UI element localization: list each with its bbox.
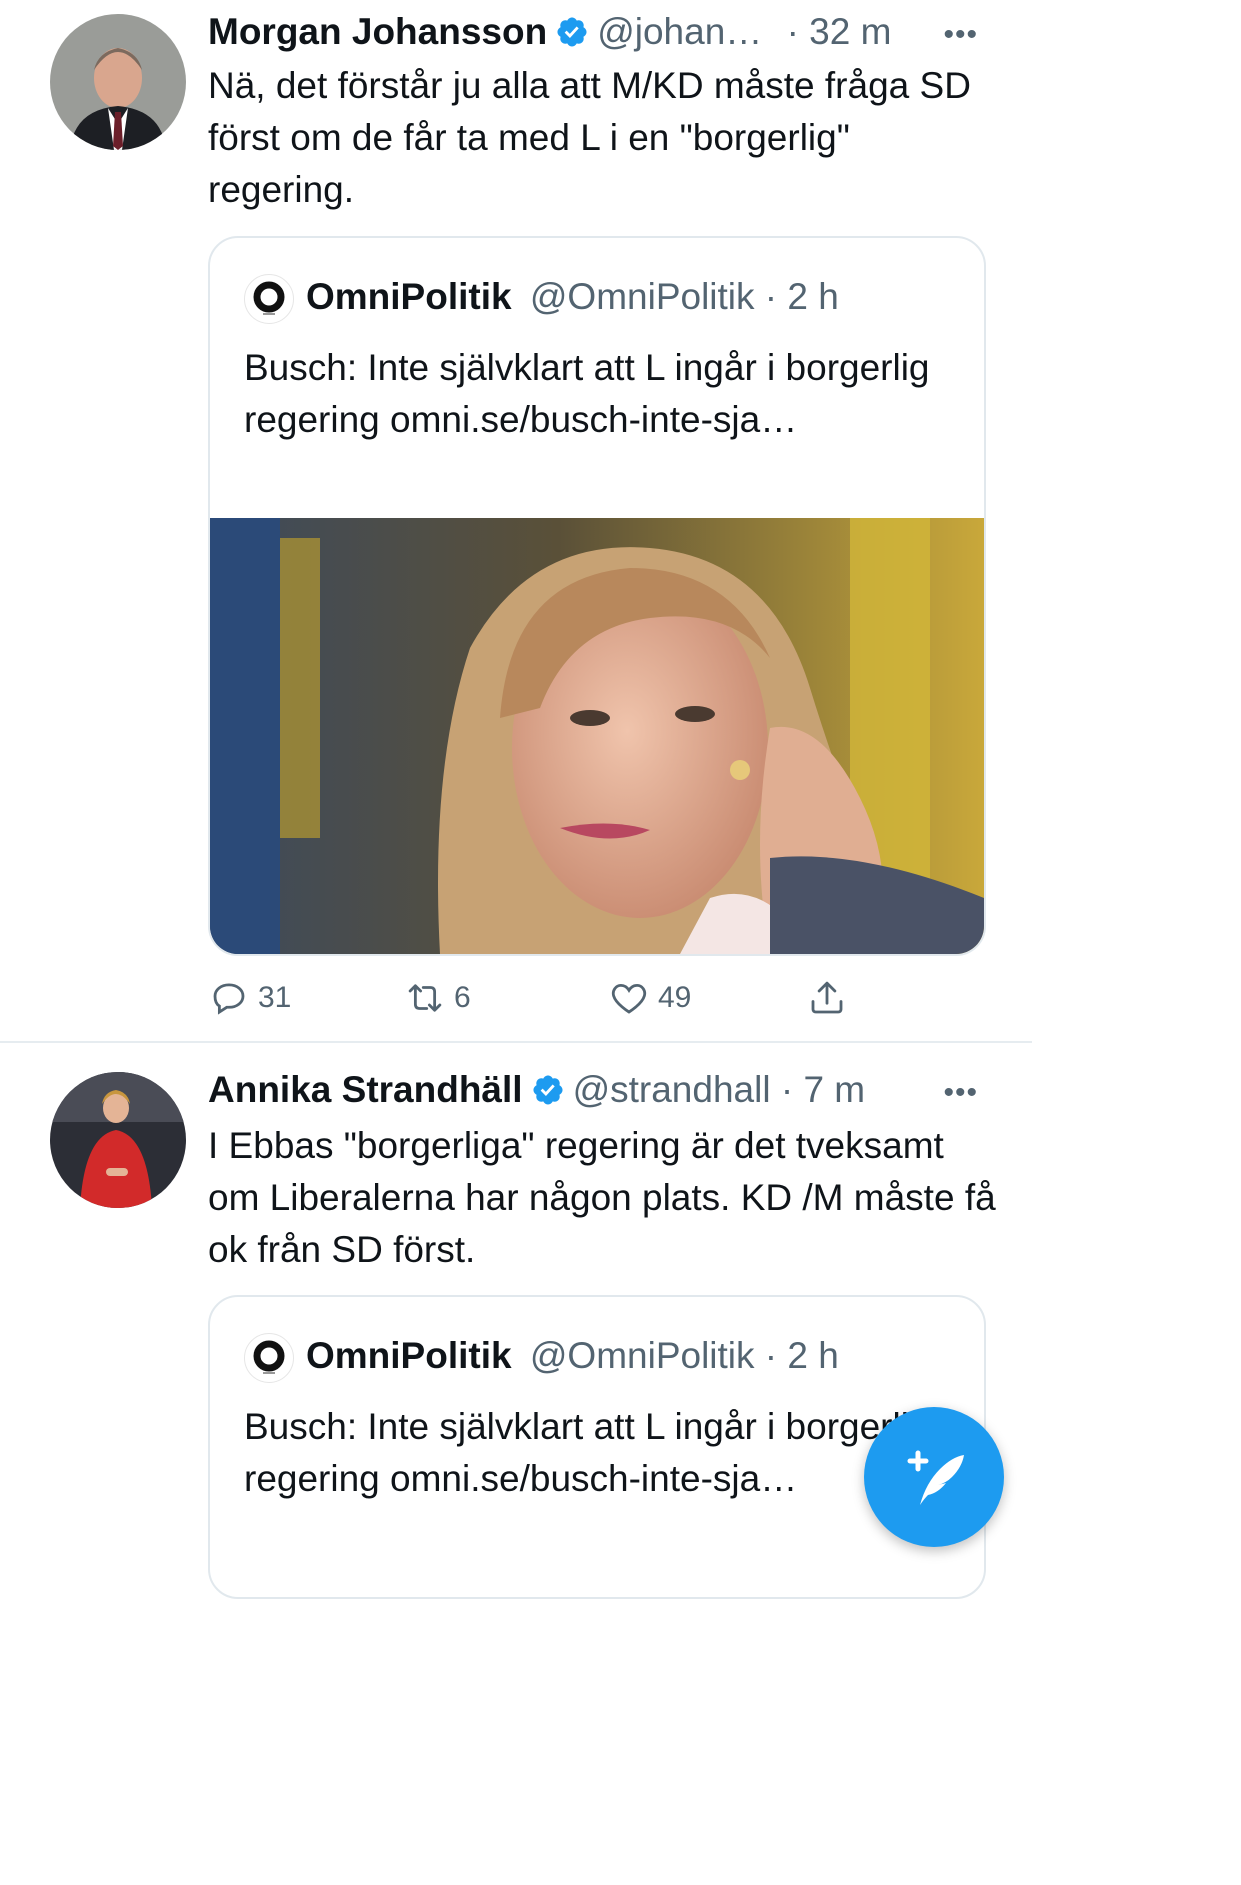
tweet[interactable]: Morgan Johansson @johan… · 32 m ••• Nä, d… bbox=[0, 0, 1032, 1042]
quoted-tweet-image[interactable] bbox=[210, 518, 984, 954]
quoted-author-handle: @OmniPolitik bbox=[529, 276, 755, 317]
tweet-time[interactable]: · 7 m bbox=[781, 1069, 865, 1110]
omnipolitik-logo-icon bbox=[244, 1333, 294, 1384]
author-name[interactable]: Annika Strandhäll bbox=[208, 1069, 523, 1110]
heart-icon bbox=[611, 983, 647, 1014]
reply-button[interactable]: 31 bbox=[208, 974, 291, 1022]
verified-badge-icon bbox=[533, 1075, 563, 1105]
avatar-photo bbox=[50, 14, 186, 150]
tweet-text: I Ebbas "borgerliga" regering är det tve… bbox=[208, 1125, 996, 1270]
author-handle[interactable]: @johan… bbox=[597, 11, 762, 52]
quoted-author-name: OmniPolitik bbox=[306, 276, 512, 317]
more-icon[interactable]: ••• bbox=[943, 20, 978, 50]
compose-tweet-icon bbox=[907, 1450, 964, 1505]
quoted-author-handle: @OmniPolitik bbox=[529, 1335, 755, 1376]
like-button[interactable]: 49 bbox=[608, 974, 691, 1022]
author-name[interactable]: Morgan Johansson bbox=[208, 11, 547, 52]
quoted-time: · 2 h bbox=[764, 276, 839, 317]
retweet-button[interactable]: 6 bbox=[404, 974, 471, 1022]
retweet-count: 6 bbox=[454, 981, 471, 1014]
tweet-header: Morgan Johansson @johan… · 32 m bbox=[208, 10, 891, 54]
quoted-tweet-header: OmniPolitik @OmniPolitik · 2 h bbox=[244, 272, 839, 325]
like-count: 49 bbox=[658, 981, 692, 1014]
reply-icon bbox=[213, 983, 245, 1015]
compose-tweet-button[interactable] bbox=[864, 1407, 1004, 1547]
tweet-time[interactable]: · 32 m bbox=[787, 11, 892, 52]
retweet-icon bbox=[408, 984, 442, 1012]
avatar[interactable] bbox=[50, 14, 186, 150]
share-button[interactable] bbox=[806, 974, 856, 1022]
quoted-tweet-text: Busch: Inte självklart att L ingår i bor… bbox=[244, 347, 930, 440]
quoted-time: · 2 h bbox=[764, 1335, 839, 1376]
quoted-author-name: OmniPolitik bbox=[306, 1335, 512, 1376]
tweet-actions: 31 6 49 bbox=[208, 974, 868, 1022]
avatar-photo bbox=[50, 1072, 186, 1208]
reply-count: 31 bbox=[258, 981, 292, 1014]
verified-badge-icon bbox=[557, 17, 587, 47]
quoted-tweet-header: OmniPolitik @OmniPolitik · 2 h bbox=[244, 1331, 839, 1384]
quoted-tweet-text: Busch: Inte självklart att L ingår i bor… bbox=[244, 1406, 930, 1499]
quoted-tweet[interactable]: OmniPolitik @OmniPolitik · 2 h Busch: In… bbox=[208, 236, 986, 956]
tweet-text: Nä, det förstår ju alla att M/KD måste f… bbox=[208, 65, 971, 210]
share-icon bbox=[811, 981, 843, 1014]
omnipolitik-logo-icon bbox=[244, 274, 294, 325]
tweet-header: Annika Strandhäll @strandhall · 7 m bbox=[208, 1068, 865, 1112]
author-handle[interactable]: @strandhall bbox=[573, 1069, 771, 1110]
more-icon[interactable]: ••• bbox=[943, 1078, 978, 1108]
avatar[interactable] bbox=[50, 1072, 186, 1208]
